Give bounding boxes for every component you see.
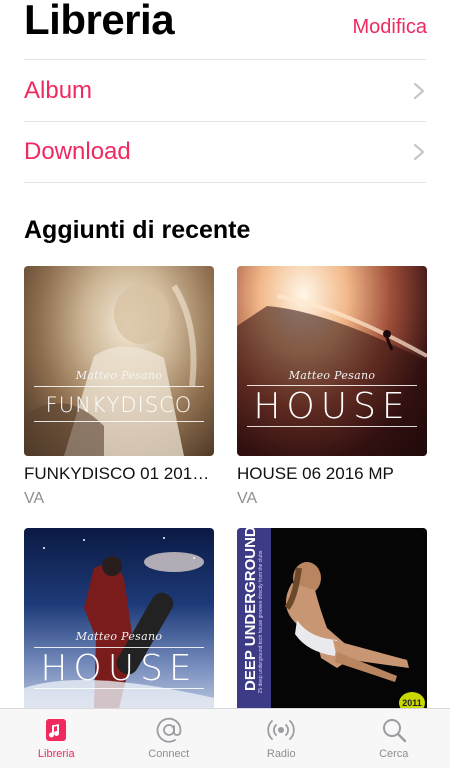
search-icon	[382, 719, 406, 743]
album-cover: Matteo Pesano HOUSE	[24, 528, 214, 718]
cover-signature: Matteo Pesano	[75, 369, 163, 382]
section-title: Aggiunti di recente	[24, 216, 251, 244]
cover-signature: Matteo Pesano	[75, 630, 163, 643]
library-menu: Album Download	[24, 59, 426, 183]
cover-divider	[34, 688, 204, 689]
cover-divider	[247, 426, 417, 427]
album-cover: Matteo Pesano FUNKYDISCO	[24, 266, 214, 456]
music-note-icon	[46, 719, 67, 741]
menu-item-label: Download	[24, 138, 131, 165]
chevron-right-icon	[413, 143, 425, 161]
album-card[interactable]: DEEP UNDERGROUND 25 deep underground tec…	[237, 528, 427, 732]
tab-bar: Libreria Connect Radio Cerca	[0, 708, 450, 768]
page-title: Libreria	[24, 0, 175, 43]
edit-button[interactable]: Modifica	[353, 16, 427, 39]
tab-cerca[interactable]: Cerca	[338, 709, 450, 768]
cover-title: HOUSE	[253, 386, 411, 427]
chevron-right-icon	[413, 82, 425, 99]
cover-artwork	[24, 537, 214, 718]
cover-divider	[34, 386, 204, 387]
cover-title: HOUSE	[40, 648, 198, 689]
album-card[interactable]: Matteo Pesano HOUSE HOUSE 06 2016 MP VA	[237, 266, 427, 508]
tab-label: Connect	[148, 748, 190, 760]
tab-libreria[interactable]: Libreria	[0, 709, 113, 768]
album-title: FUNKYDISCO 01 2016 MP	[24, 464, 214, 483]
tab-label: Libreria	[37, 748, 75, 760]
tab-label: Radio	[266, 748, 296, 760]
tab-radio[interactable]: Radio	[225, 709, 338, 768]
cover-divider	[34, 421, 204, 422]
menu-item-label: Album	[24, 76, 93, 104]
album-artist: VA	[24, 490, 45, 507]
cover-artwork	[24, 284, 197, 456]
tab-connect[interactable]: Connect	[113, 709, 226, 768]
header: Libreria Modifica	[24, 0, 427, 46]
menu-item-album[interactable]: Album	[24, 59, 426, 121]
radio-broadcast-icon	[267, 720, 295, 740]
cover-title: FUNKYDISCO	[45, 393, 193, 417]
cover-signature: Matteo Pesano	[288, 369, 376, 382]
album-card[interactable]: Matteo Pesano FUNKYDISCO FUNKYDISCO 01 2…	[24, 266, 214, 508]
menu-item-download[interactable]: Download	[24, 121, 426, 183]
album-cover: DEEP UNDERGROUND 25 deep underground tec…	[237, 528, 427, 718]
cover-artwork	[237, 294, 427, 456]
album-artist: VA	[237, 490, 258, 507]
cover-artwork	[284, 562, 409, 682]
album-cover: Matteo Pesano HOUSE	[237, 266, 427, 456]
at-sign-icon	[156, 717, 182, 743]
album-card[interactable]: Matteo Pesano HOUSE	[24, 528, 214, 732]
album-title: HOUSE 06 2016 MP	[237, 464, 394, 483]
tab-label: Cerca	[379, 748, 409, 760]
